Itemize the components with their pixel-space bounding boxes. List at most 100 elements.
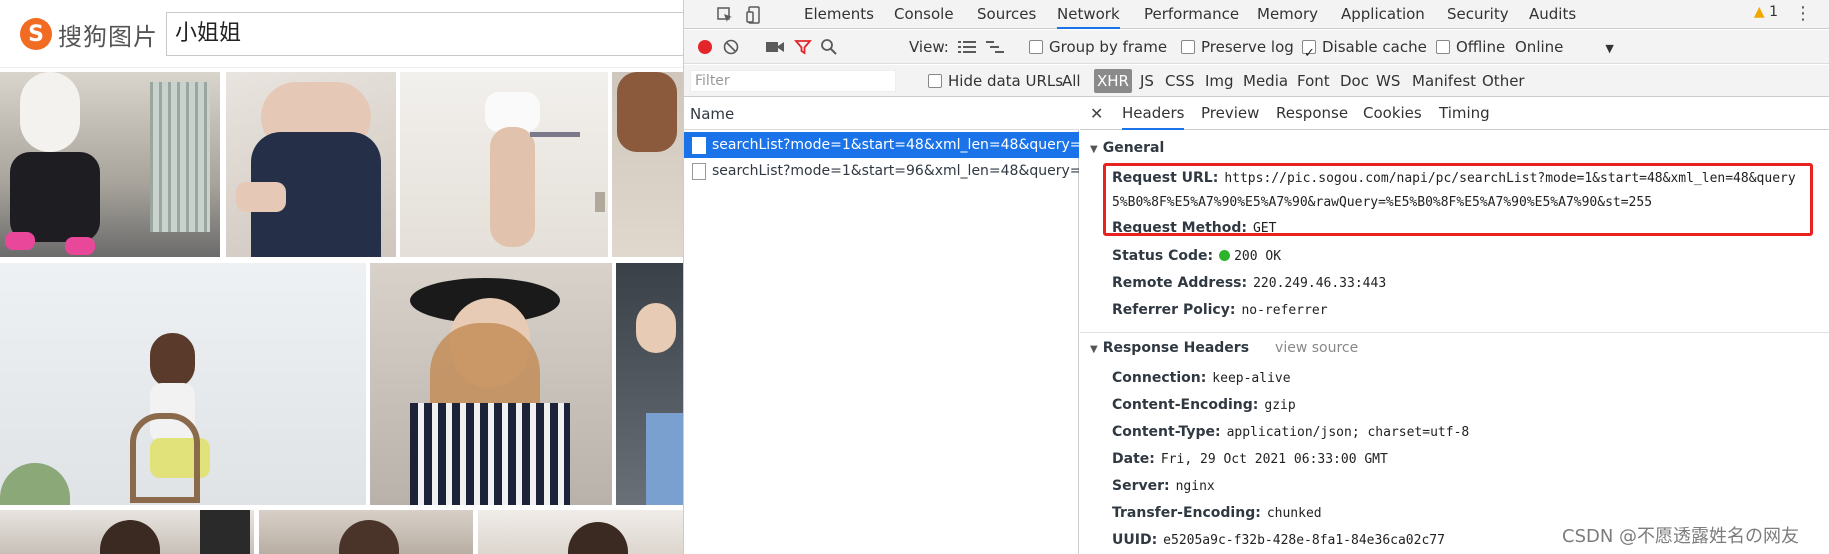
- response-headers-section-header[interactable]: ▼ Response Headers view source: [1090, 340, 1358, 356]
- search-input[interactable]: 小姐姐: [166, 12, 683, 56]
- inspect-element-icon[interactable]: [714, 4, 736, 26]
- tab-elements[interactable]: Elements: [804, 0, 874, 29]
- tab-response[interactable]: Response: [1276, 98, 1348, 130]
- filter-type-font[interactable]: Font: [1297, 65, 1330, 97]
- request-name: searchList?mode=1&start=96&xml_len=48&qu…: [712, 163, 1079, 179]
- group-by-frame-checkbox[interactable]: Group by frame: [1029, 30, 1167, 64]
- filter-type-media[interactable]: Media: [1243, 65, 1288, 97]
- checkbox-icon: [1436, 40, 1450, 54]
- filter-type-css[interactable]: CSS: [1165, 65, 1195, 97]
- sogou-logo[interactable]: S 搜狗图片: [20, 16, 158, 52]
- clear-icon[interactable]: [720, 36, 742, 58]
- devtools-tab-bar: Elements Console Sources Network Perform…: [684, 0, 1829, 29]
- filter-type-other[interactable]: Other: [1482, 65, 1525, 97]
- view-label: View:: [909, 38, 949, 56]
- checkbox-icon: [928, 74, 942, 88]
- close-icon[interactable]: ✕: [1090, 104, 1103, 123]
- name-column-header[interactable]: Name: [684, 98, 1079, 130]
- filter-icon[interactable]: [792, 36, 814, 58]
- more-options-icon[interactable]: ⋮: [1794, 3, 1812, 24]
- filter-type-xhr[interactable]: XHR: [1094, 69, 1132, 93]
- header-key: Connection:: [1112, 370, 1207, 386]
- request-list: Name searchList?mode=1&start=48&xml_len=…: [684, 98, 1079, 554]
- search-icon[interactable]: [818, 36, 840, 58]
- filter-bar: Filter Hide data URLs All XHR JS CSS Img…: [684, 65, 1829, 97]
- tab-application[interactable]: Application: [1341, 0, 1425, 29]
- waterfall-icon[interactable]: [984, 36, 1006, 58]
- image-result[interactable]: [0, 510, 254, 554]
- tab-network[interactable]: Network: [1057, 0, 1120, 29]
- request-row[interactable]: searchList?mode=1&start=96&xml_len=48&qu…: [684, 158, 1079, 184]
- preserve-log-checkbox[interactable]: Preserve log: [1181, 30, 1294, 64]
- header-value: nginx: [1175, 479, 1215, 494]
- group-by-frame-label: Group by frame: [1049, 38, 1168, 56]
- disable-cache-checkbox[interactable]: Disable cache: [1302, 30, 1427, 71]
- image-result[interactable]: [612, 72, 683, 257]
- tab-sources[interactable]: Sources: [977, 0, 1036, 29]
- device-toolbar-icon[interactable]: [744, 4, 766, 26]
- warning-count: 1: [1769, 4, 1778, 20]
- tab-performance[interactable]: Performance: [1144, 0, 1239, 29]
- filter-type-all[interactable]: All: [1062, 65, 1081, 97]
- general-section-header[interactable]: ▼ General: [1090, 140, 1164, 156]
- section-title: Response Headers: [1102, 340, 1250, 356]
- header-key: Date:: [1112, 451, 1155, 467]
- hide-data-urls-checkbox[interactable]: Hide data URLs: [928, 65, 1063, 97]
- header-value: keep-alive: [1212, 371, 1291, 386]
- collapse-triangle-icon: ▼: [1090, 344, 1098, 355]
- header-value: 200 OK: [1234, 249, 1282, 264]
- filter-type-js[interactable]: JS: [1140, 65, 1154, 97]
- tab-timing[interactable]: Timing: [1439, 98, 1490, 130]
- image-result[interactable]: [259, 510, 473, 554]
- content-encoding-row: Content-Encoding: gzip: [1112, 397, 1296, 413]
- throttling-value: Online: [1515, 38, 1564, 56]
- header-key: Transfer-Encoding:: [1112, 505, 1261, 521]
- dropdown-arrow-icon: ▼: [1605, 42, 1614, 55]
- site-header: S 搜狗图片 小姐姐: [0, 0, 683, 68]
- server-row: Server: nginx: [1112, 478, 1215, 494]
- section-divider: [1080, 332, 1829, 333]
- image-result[interactable]: [0, 72, 220, 257]
- tab-audits[interactable]: Audits: [1529, 0, 1576, 29]
- transfer-encoding-row: Transfer-Encoding: chunked: [1112, 505, 1322, 521]
- filter-type-doc[interactable]: Doc: [1340, 65, 1369, 97]
- image-result[interactable]: [226, 72, 396, 257]
- status-code-row: Status Code: 200 OK: [1112, 248, 1281, 264]
- tab-memory[interactable]: Memory: [1257, 0, 1318, 29]
- header-value: Fri, 29 Oct 2021 06:33:00 GMT: [1160, 452, 1388, 467]
- referrer-policy-row: Referrer Policy: no-referrer: [1112, 302, 1328, 318]
- filter-type-img[interactable]: Img: [1205, 65, 1234, 97]
- capture-screenshots-icon[interactable]: [764, 36, 786, 58]
- tab-console[interactable]: Console: [894, 0, 954, 29]
- image-result[interactable]: [0, 263, 366, 505]
- header-key: Remote Address:: [1112, 275, 1248, 291]
- logo-text: 搜狗图片: [58, 22, 158, 51]
- remote-address-row: Remote Address: 220.249.46.33:443: [1112, 275, 1386, 291]
- header-key: Referrer Policy:: [1112, 302, 1236, 318]
- filter-input[interactable]: Filter: [690, 70, 896, 92]
- request-row[interactable]: searchList?mode=1&start=48&xml_len=48&qu…: [684, 132, 1079, 158]
- offline-checkbox[interactable]: Offline: [1436, 30, 1505, 64]
- image-result[interactable]: [478, 510, 683, 554]
- header-value: application/json; charset=utf-8: [1226, 425, 1470, 440]
- record-icon[interactable]: [694, 36, 716, 58]
- request-name: searchList?mode=1&start=48&xml_len=48&qu…: [712, 137, 1079, 153]
- image-result[interactable]: [616, 263, 683, 505]
- tab-cookies[interactable]: Cookies: [1363, 98, 1422, 130]
- tab-preview[interactable]: Preview: [1201, 98, 1259, 130]
- tab-security[interactable]: Security: [1447, 0, 1509, 29]
- filter-type-ws[interactable]: WS: [1376, 65, 1400, 97]
- tab-headers[interactable]: Headers: [1122, 98, 1185, 130]
- checkbox-icon: [1181, 40, 1195, 54]
- image-result[interactable]: [400, 72, 608, 257]
- throttling-select[interactable]: Online ▼: [1515, 30, 1614, 64]
- image-result[interactable]: [370, 263, 612, 505]
- warnings-indicator[interactable]: ▲ 1: [1754, 4, 1778, 20]
- status-ok-icon: [1219, 250, 1231, 261]
- filter-type-manifest[interactable]: Manifest: [1412, 65, 1476, 97]
- devtools-panel: Elements Console Sources Network Perform…: [683, 0, 1829, 554]
- checkbox-checked-icon: [1302, 37, 1316, 71]
- large-rows-icon[interactable]: [956, 36, 978, 58]
- preserve-log-label: Preserve log: [1201, 38, 1294, 56]
- view-source-link[interactable]: view source: [1275, 340, 1358, 356]
